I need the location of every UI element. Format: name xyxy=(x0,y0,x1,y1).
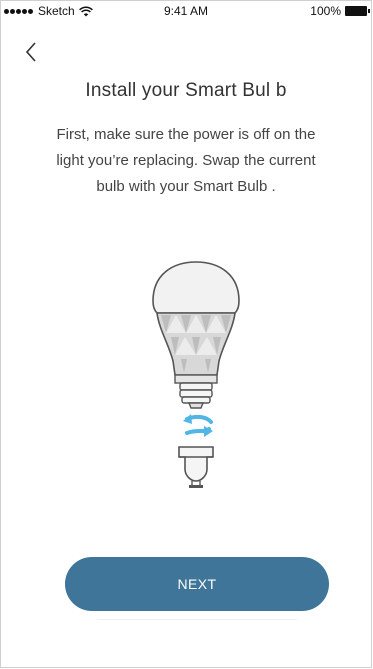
smart-bulb-install-illustration xyxy=(152,261,240,488)
divider xyxy=(97,619,297,620)
chevron-left-icon xyxy=(25,42,36,62)
battery-percent: 100% xyxy=(310,4,341,18)
page-title: Install your Smart Bul b xyxy=(85,80,287,101)
next-button[interactable]: NEXT xyxy=(65,557,329,611)
status-right: 100% xyxy=(310,4,370,18)
battery-icon xyxy=(345,6,370,16)
status-bar: Sketch 9:41 AM 100% xyxy=(1,1,371,21)
instructions-text: First, make sure the power is off on the… xyxy=(56,126,316,195)
phone-screen: Sketch 9:41 AM 100% Install your Smart B… xyxy=(0,0,372,668)
back-button[interactable] xyxy=(19,39,45,65)
